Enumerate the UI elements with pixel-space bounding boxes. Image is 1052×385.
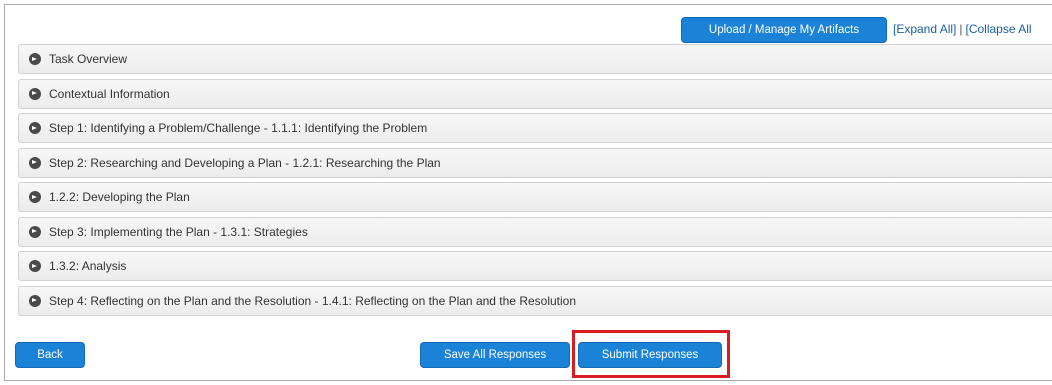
sections-accordion: Task Overview Contextual Information Ste…	[18, 44, 1052, 320]
upload-manage-artifacts-button[interactable]: Upload / Manage My Artifacts	[681, 17, 887, 43]
top-toolbar: Upload / Manage My Artifacts [Expand All…	[5, 17, 1052, 43]
expand-collapse-links: [Expand All] | [Collapse All	[893, 22, 1032, 36]
section-label: 1.3.2: Analysis	[49, 259, 127, 273]
highlight-box	[572, 330, 730, 378]
back-button[interactable]: Back	[15, 342, 85, 368]
section-step-4[interactable]: Step 4: Reflecting on the Plan and the R…	[18, 285, 1052, 316]
content-frame: Upload / Manage My Artifacts [Expand All…	[4, 4, 1052, 381]
save-all-responses-button[interactable]: Save All Responses	[420, 342, 570, 368]
arrow-right-circle-icon	[29, 122, 41, 134]
section-1-2-2[interactable]: 1.2.2: Developing the Plan	[18, 182, 1052, 212]
arrow-right-circle-icon	[29, 156, 41, 169]
section-label: Task Overview	[49, 52, 128, 66]
section-label: Step 1: Identifying a Problem/Challenge …	[49, 121, 428, 135]
section-step-3[interactable]: Step 3: Implementing the Plan - 1.3.1: S…	[18, 216, 1052, 247]
section-task-overview[interactable]: Task Overview	[18, 44, 1052, 74]
section-1-3-2[interactable]: 1.3.2: Analysis	[18, 251, 1052, 281]
arrow-right-circle-icon	[29, 191, 41, 203]
arrow-right-circle-icon	[29, 87, 41, 100]
arrow-right-circle-icon	[29, 260, 41, 272]
section-contextual-information[interactable]: Contextual Information	[18, 78, 1052, 109]
section-label: Step 4: Reflecting on the Plan and the R…	[49, 293, 577, 308]
section-step-2[interactable]: Step 2: Researching and Developing a Pla…	[18, 147, 1052, 178]
arrow-right-circle-icon	[29, 53, 41, 65]
section-label: Step 3: Implementing the Plan - 1.3.1: S…	[49, 224, 308, 239]
section-label: Step 2: Researching and Developing a Pla…	[49, 155, 441, 170]
link-separator: |	[959, 22, 963, 36]
arrow-right-circle-icon	[29, 294, 41, 307]
section-label: Contextual Information	[49, 86, 170, 101]
expand-all-link[interactable]: [Expand All]	[893, 22, 956, 36]
collapse-all-link[interactable]: [Collapse All	[966, 22, 1032, 36]
arrow-right-circle-icon	[29, 225, 41, 238]
section-step-1[interactable]: Step 1: Identifying a Problem/Challenge …	[18, 113, 1052, 143]
section-label: 1.2.2: Developing the Plan	[49, 190, 190, 204]
